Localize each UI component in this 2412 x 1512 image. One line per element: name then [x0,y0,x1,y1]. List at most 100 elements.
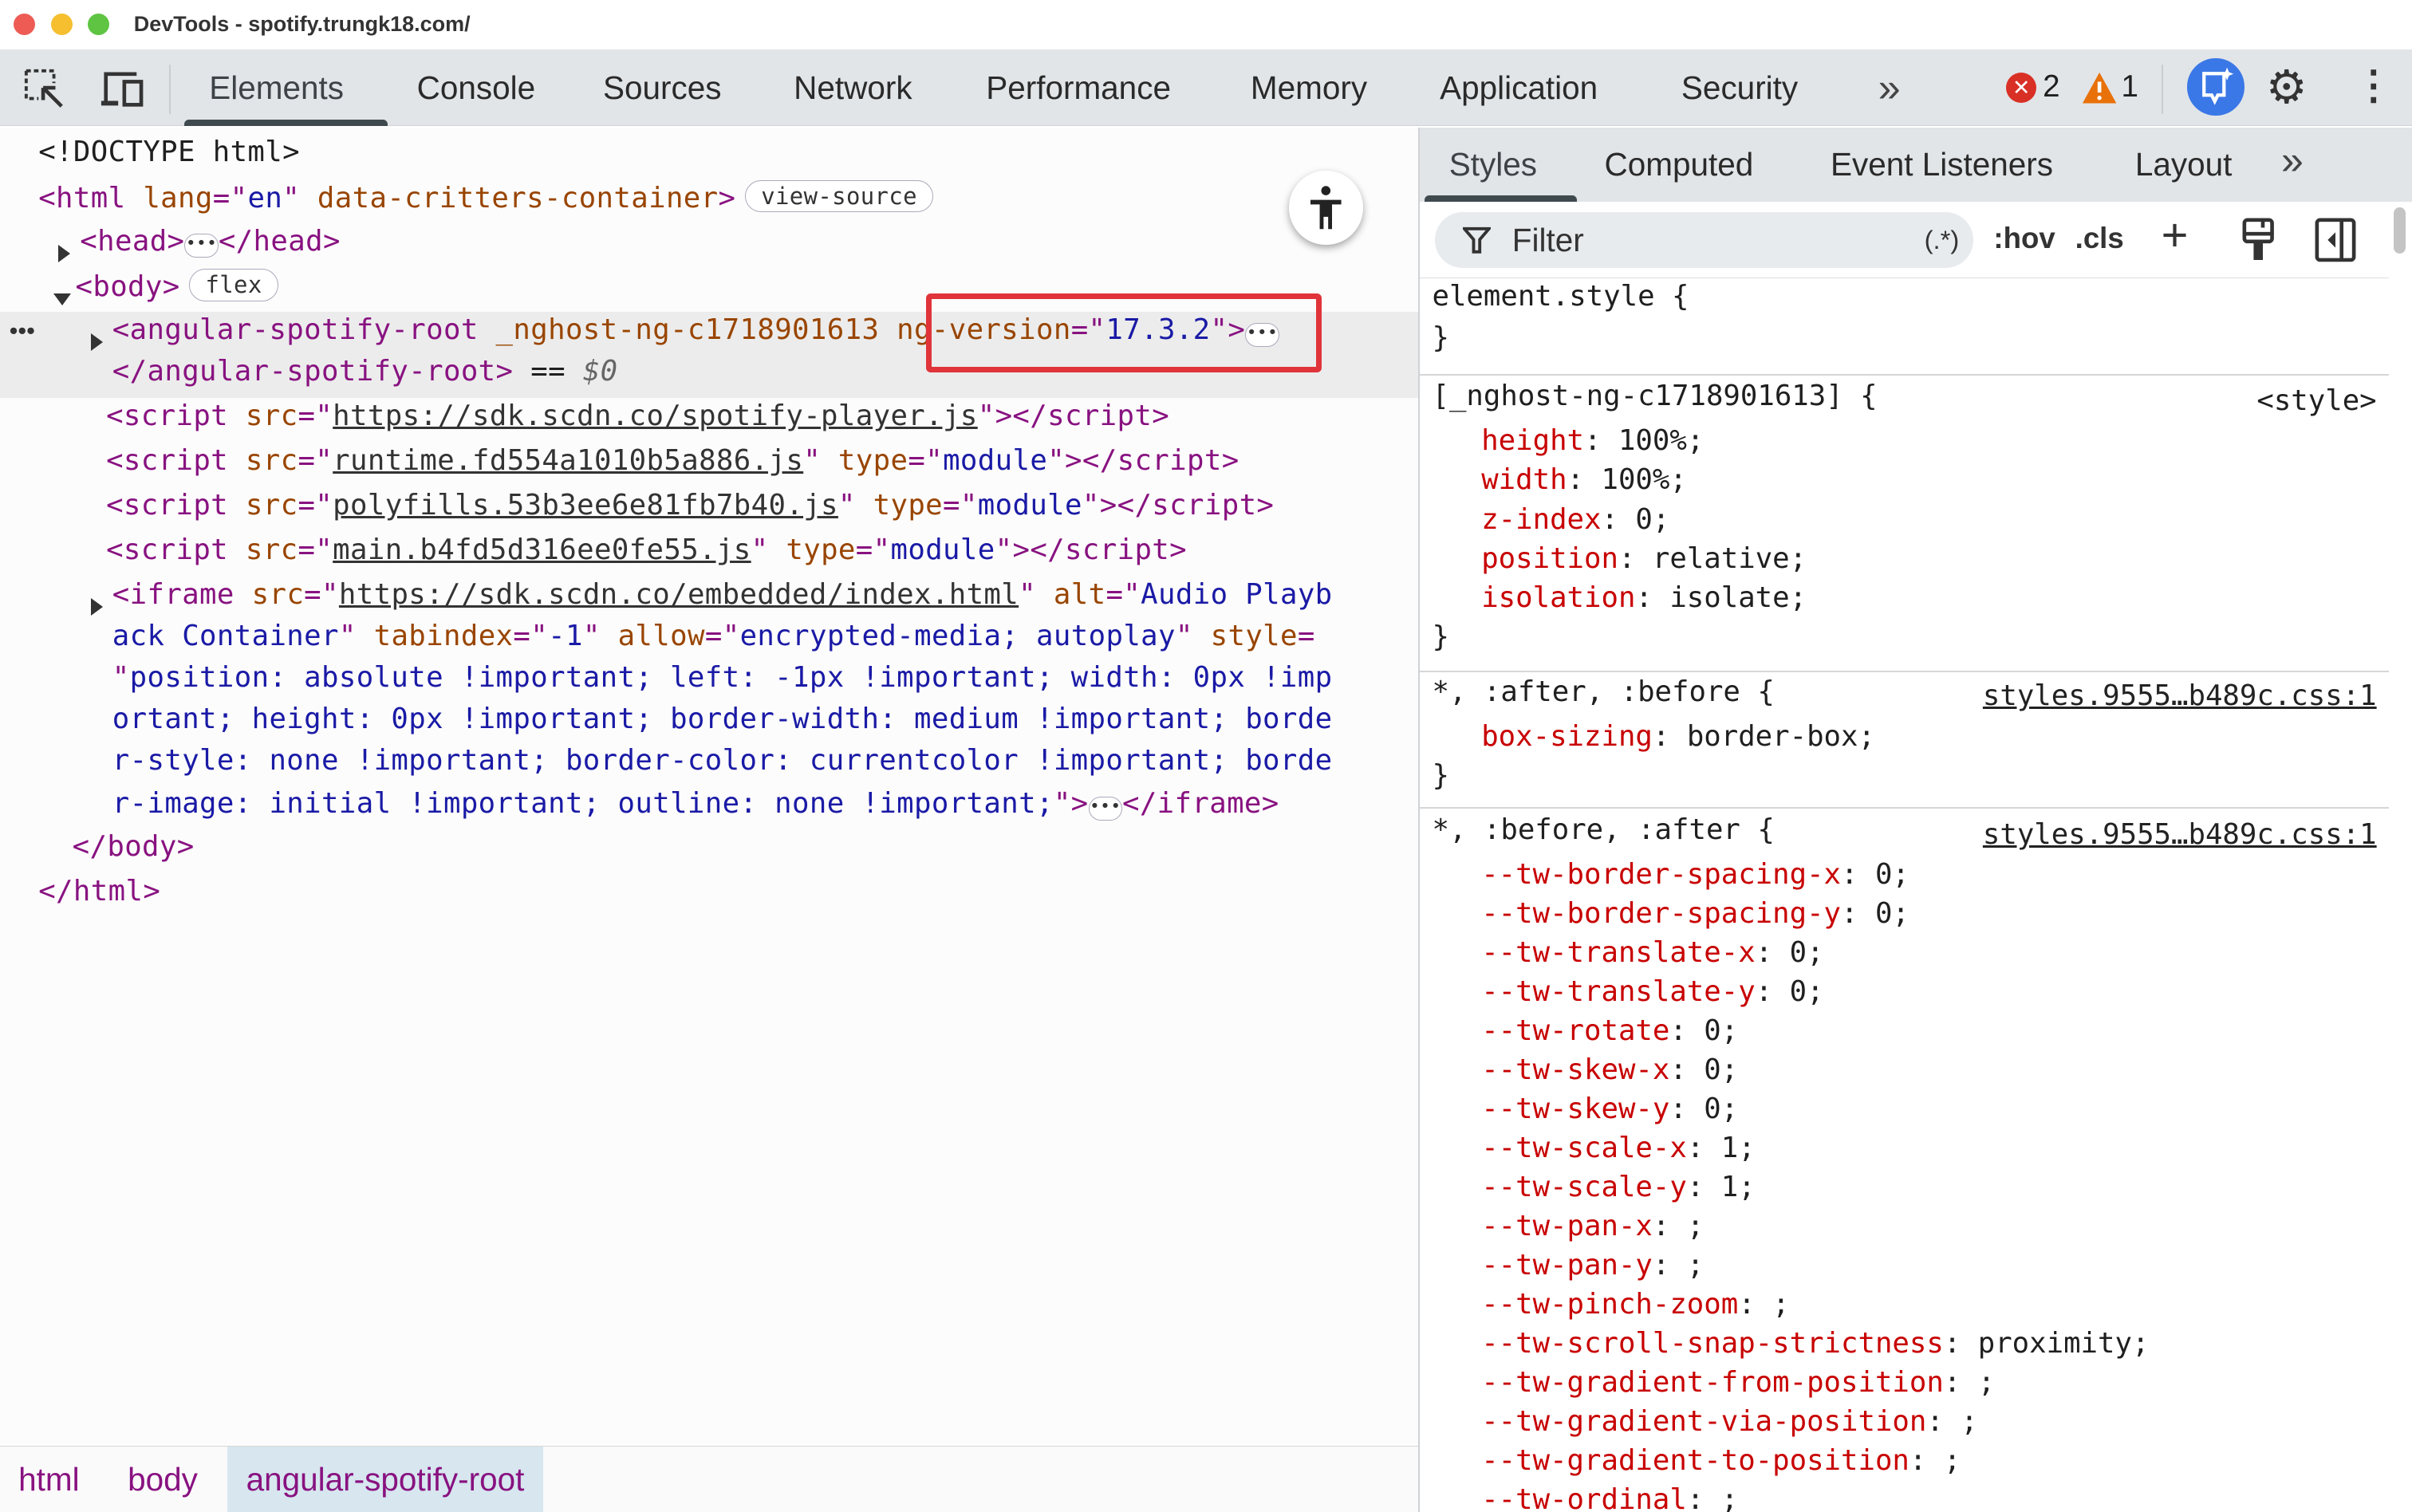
property-name[interactable]: --tw-translate-x [1481,936,1755,969]
property-name[interactable]: isolation [1481,581,1635,614]
property-value[interactable]: 0 [1704,1014,1720,1047]
property-value[interactable]: 0 [1635,503,1652,536]
property-value[interactable]: relative [1653,542,1790,575]
property-value[interactable]: border-box [1687,720,1858,753]
property-name[interactable]: position [1481,542,1618,575]
property-name[interactable]: --tw-gradient-from-position [1481,1366,1944,1399]
more-tabs-chevron-icon[interactable]: » [1878,65,1901,111]
property-name[interactable]: --tw-skew-x [1481,1053,1669,1086]
property-value[interactable]: 100% [1601,463,1669,496]
property-value[interactable]: 0 [1875,897,1892,930]
resource-link[interactable]: polyfills.53b3ee6e81fb7b40.js [333,489,838,522]
css-property[interactable]: --tw-gradient-to-position: ; [1481,1444,1961,1477]
css-property[interactable]: box-sizing: border-box; [1481,720,1875,753]
resource-link[interactable]: https://sdk.scdn.co/embedded/index.html [339,578,1019,611]
expand-arrow-icon[interactable] [91,598,103,616]
styles-scrollbar[interactable] [2394,207,2406,254]
css-property[interactable]: --tw-border-spacing-y: 0; [1481,897,1910,930]
property-name[interactable]: --tw-translate-y [1481,975,1755,1008]
warning-count[interactable]: 1 [2121,69,2138,104]
rule-selector[interactable]: [_nghost-ng-c1718901613] { [1432,380,1877,412]
error-icon[interactable]: ✕ [2006,73,2037,104]
property-name[interactable]: --tw-pan-y [1481,1249,1653,1282]
dom-node-line[interactable]: <!DOCTYPE html> [38,136,300,168]
tab-network[interactable]: Network [794,69,912,107]
css-property[interactable]: --tw-skew-y: 0; [1481,1093,1738,1125]
dom-node-line[interactable]: </html> [38,875,160,908]
dom-node-line[interactable]: <body>flex [75,269,278,303]
property-name[interactable]: --tw-skew-y [1481,1093,1669,1125]
css-property[interactable]: height: 100%; [1481,424,1704,457]
maximize-window-button[interactable] [88,14,109,35]
css-property[interactable]: --tw-translate-x: 0; [1481,936,1823,969]
css-property[interactable]: z-index: 0; [1481,503,1669,536]
rule-selector[interactable]: *, :after, :before { [1432,675,1774,708]
warning-icon[interactable] [2081,71,2118,104]
tab-elements[interactable]: Elements [209,69,344,107]
accessibility-tree-toggle-icon[interactable] [1289,171,1363,245]
css-property[interactable]: --tw-translate-y: 0; [1481,975,1823,1008]
property-name[interactable]: width [1481,463,1567,496]
css-property[interactable]: --tw-scroll-snap-strictness: proximity; [1481,1327,2149,1360]
rule-selector[interactable]: *, :before, :after { [1432,813,1774,846]
tab-styles[interactable]: Styles [1449,146,1537,183]
ai-assistance-button[interactable] [2187,58,2244,115]
property-name[interactable]: box-sizing [1481,720,1653,753]
expand-arrow-icon[interactable] [58,245,70,262]
tab-event-listeners[interactable]: Event Listeners [1831,146,2053,183]
css-property[interactable]: width: 100%; [1481,463,1687,496]
dom-node-line[interactable]: ack Container" tabindex="-1" allow="encr… [112,620,1315,652]
css-property[interactable]: --tw-scale-x: 1; [1481,1132,1755,1164]
property-name[interactable]: --tw-pan-x [1481,1210,1653,1242]
property-name[interactable]: --tw-rotate [1481,1014,1669,1047]
css-property[interactable]: --tw-ordinal: ; [1481,1483,1738,1512]
property-value[interactable]: 1 [1721,1171,1738,1203]
resource-link[interactable]: main.b4fd5d316ee0fe55.js [333,534,751,566]
css-property[interactable]: --tw-border-spacing-x: 0; [1481,858,1910,891]
regex-toggle[interactable]: (.*) [1925,225,1960,255]
dom-node-line[interactable]: r-image: initial !important; outline: no… [112,787,1279,821]
tab-performance[interactable]: Performance [986,69,1171,107]
css-property[interactable]: --tw-pan-x: ; [1481,1210,1704,1242]
property-value[interactable]: 0 [1875,858,1892,891]
property-name[interactable]: --tw-border-spacing-y [1481,897,1841,930]
rule-source-link[interactable]: styles.9555…b489c.css:1 [1983,818,2377,851]
tab-console[interactable]: Console [417,69,536,107]
resource-link[interactable]: runtime.fd554a1010b5a886.js [333,444,803,477]
css-property[interactable]: --tw-rotate: 0; [1481,1014,1738,1047]
property-value[interactable]: 100% [1618,424,1687,457]
css-property[interactable]: --tw-scale-y: 1; [1481,1171,1755,1203]
dom-node-line[interactable]: <iframe src="https://sdk.scdn.co/embedde… [112,578,1333,611]
property-name[interactable]: --tw-pinch-zoom [1481,1288,1738,1321]
tab-application[interactable]: Application [1440,69,1598,107]
tab-sources[interactable]: Sources [603,69,722,107]
expand-arrow-icon[interactable] [91,333,103,351]
property-value[interactable]: isolate [1669,581,1789,614]
resource-link[interactable]: https://sdk.scdn.co/spotify-player.js [333,400,978,432]
badge-view-source[interactable]: view-source [745,180,933,213]
tab-security[interactable]: Security [1681,69,1798,107]
inspect-element-icon[interactable] [23,68,66,111]
expand-ellipsis-button[interactable]: ••• [1089,797,1122,821]
dom-node-line[interactable]: <script src="https://sdk.scdn.co/spotify… [106,400,1169,432]
error-count[interactable]: 2 [2043,69,2059,104]
rule-selector[interactable]: element.style { [1432,280,1689,313]
more-options-icon[interactable]: ⋮ [2354,61,2394,108]
more-sidebar-tabs-chevron-icon[interactable]: » [2281,137,2304,183]
expand-ellipsis-button[interactable]: ••• [184,234,218,258]
property-name[interactable]: --tw-scale-x [1481,1132,1687,1164]
dom-node-line[interactable]: <script src="main.b4fd5d316ee0fe55.js" t… [106,534,1187,566]
dom-node-line[interactable]: </angular-spotify-root> == $0 [112,355,618,388]
dom-node-line[interactable]: <head>•••</head> [80,225,341,258]
dom-node-line[interactable]: "position: absolute !important; left: -1… [112,661,1333,694]
breadcrumb-html[interactable]: html [0,1447,98,1512]
property-name[interactable]: z-index [1481,503,1601,536]
collapse-arrow-icon[interactable] [53,293,71,305]
property-name[interactable]: height [1481,424,1584,457]
class-toggle[interactable]: .cls [2075,222,2124,255]
property-value[interactable]: 0 [1704,1053,1720,1086]
dom-node-line[interactable]: <script src="polyfills.53b3ee6e81fb7b40.… [106,489,1274,522]
property-value[interactable]: proximity [1978,1327,2132,1360]
property-value[interactable]: 0 [1704,1093,1720,1125]
rule-source-link[interactable]: <style> [2256,384,2376,417]
